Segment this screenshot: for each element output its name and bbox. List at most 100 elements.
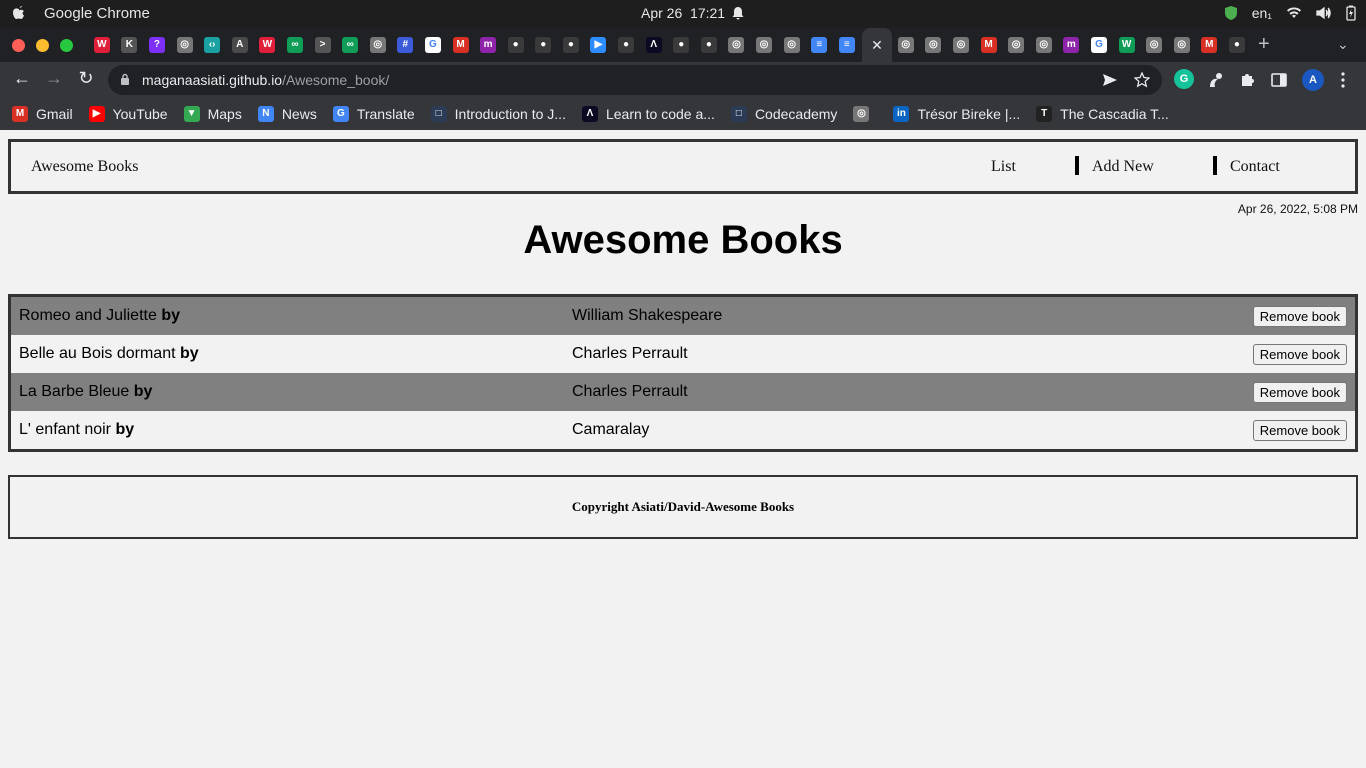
bookmark-item[interactable]: □ Introduction to J... — [430, 106, 566, 122]
browser-tab[interactable]: ◎ — [1140, 34, 1168, 56]
question-tab-icon: ? — [148, 37, 165, 53]
bookmark-item[interactable]: G Translate — [332, 106, 415, 122]
volume-icon[interactable] — [1316, 6, 1332, 20]
bookmark-item[interactable]: N News — [257, 106, 317, 122]
remove-book-button[interactable]: Remove book — [1252, 344, 1347, 365]
site-footer: Copyright Asiati/David-Awesome Books — [8, 475, 1358, 539]
remove-book-button[interactable]: Remove book — [1252, 382, 1347, 403]
bookmark-label: YouTube — [112, 106, 168, 122]
bookmark-item[interactable]: □ Codecademy — [730, 106, 837, 122]
maximize-window-icon[interactable] — [60, 39, 73, 52]
browser-tab[interactable]: W — [254, 34, 282, 56]
browser-tab[interactable]: ● — [695, 34, 723, 56]
browser-tab[interactable]: ◎ — [778, 34, 806, 56]
browser-tab[interactable]: ◎ — [892, 34, 920, 56]
browser-tab[interactable]: m — [474, 34, 502, 56]
zoom-tab-icon: ▶ — [590, 37, 607, 53]
browser-tab[interactable]: ◎ — [1168, 34, 1196, 56]
browser-tab[interactable]: ● — [667, 34, 695, 56]
browser-tab[interactable]: ≡ — [805, 34, 833, 56]
browser-tab[interactable]: K — [116, 34, 144, 56]
browser-tab[interactable]: W — [1113, 34, 1141, 56]
grammarly-icon[interactable]: G — [1174, 69, 1194, 89]
browser-tab[interactable]: ∞ — [336, 34, 364, 56]
menu-kebab-icon[interactable] — [1340, 72, 1346, 88]
keyboard-language[interactable]: en₁ — [1252, 5, 1272, 21]
browser-tab[interactable]: ∞ — [281, 34, 309, 56]
reload-button[interactable]: ↻ — [74, 68, 98, 89]
browser-tab[interactable]: Λ — [640, 34, 668, 56]
chrome-tab-icon: ◎ — [176, 37, 193, 53]
browser-tab[interactable]: A — [226, 34, 254, 56]
gnome-extension-icon[interactable] — [1207, 71, 1225, 89]
battery-icon[interactable] — [1346, 5, 1356, 21]
tab-search-button[interactable]: ⌄ — [1337, 36, 1349, 53]
browser-tab[interactable]: ● — [502, 34, 530, 56]
active-app-name[interactable]: Google Chrome — [44, 5, 150, 22]
browser-tab[interactable]: M — [1196, 34, 1224, 56]
globe-tab-icon: ◎ — [1035, 37, 1052, 53]
system-clock[interactable]: Apr 26 17:21 — [641, 5, 725, 21]
bookmark-item[interactable]: ◎ — [853, 106, 877, 122]
browser-tab[interactable]: ● — [530, 34, 558, 56]
book-author: Charles Perrault — [572, 383, 688, 400]
remove-book-button[interactable]: Remove book — [1252, 306, 1347, 327]
browser-tab[interactable]: > — [309, 34, 337, 56]
browser-tab[interactable]: # — [392, 34, 420, 56]
shield-icon[interactable] — [1224, 5, 1238, 21]
extensions-puzzle-icon[interactable] — [1239, 71, 1257, 89]
active-tab[interactable]: ✕ — [862, 28, 892, 62]
browser-tab[interactable]: ◎ — [723, 34, 751, 56]
back-button[interactable]: ← — [10, 68, 34, 89]
browser-tab[interactable]: ‹› — [198, 34, 226, 56]
browser-tab[interactable]: M — [975, 34, 1003, 56]
gmail-tab-icon: M — [452, 37, 469, 53]
browser-tab[interactable]: ● — [557, 34, 585, 56]
browser-tab[interactable]: ≡ — [833, 34, 861, 56]
notification-bell-icon[interactable] — [732, 6, 744, 24]
browser-tab[interactable]: ● — [1223, 34, 1251, 56]
bookmark-item[interactable]: ▼ Maps — [183, 106, 242, 122]
bookmark-item[interactable]: in Trésor Bireke |... — [893, 106, 1020, 122]
browser-tab[interactable]: W — [88, 34, 116, 56]
bookmark-star-icon[interactable] — [1134, 72, 1150, 88]
lock-icon[interactable] — [120, 73, 130, 85]
book-title: Belle au Bois dormant — [19, 345, 176, 362]
nav-link-list[interactable]: List — [991, 158, 1016, 176]
browser-tab[interactable]: ◎ — [171, 34, 199, 56]
browser-tab[interactable]: M — [447, 34, 475, 56]
send-icon[interactable] — [1102, 73, 1118, 87]
nav-link-contact[interactable]: Contact — [1230, 158, 1280, 176]
apple-icon[interactable] — [10, 4, 28, 22]
bookmark-item[interactable]: T The Cascadia T... — [1036, 106, 1169, 122]
bookmark-item[interactable]: ▶ YouTube — [88, 106, 168, 122]
browser-tab[interactable]: ◎ — [1030, 34, 1058, 56]
close-tab-icon[interactable]: ✕ — [871, 37, 883, 53]
browser-tab[interactable]: ◎ — [364, 34, 392, 56]
bookmark-item[interactable]: M Gmail — [12, 106, 73, 122]
close-window-icon[interactable] — [12, 39, 25, 52]
wifi-icon[interactable] — [1286, 7, 1302, 19]
minimize-window-icon[interactable] — [36, 39, 49, 52]
forward-button[interactable]: → — [42, 68, 66, 89]
browser-tab[interactable]: ▶ — [585, 34, 613, 56]
profile-avatar[interactable]: A — [1302, 69, 1324, 91]
browser-tab[interactable]: ◎ — [920, 34, 948, 56]
url-text[interactable]: maganaasiati.github.io/Awesome_book/ — [142, 72, 389, 88]
new-tab-button[interactable]: + — [1258, 33, 1270, 56]
nav-link-add-new[interactable]: Add New — [1092, 158, 1154, 176]
browser-tab[interactable]: ◎ — [750, 34, 778, 56]
bookmark-item[interactable]: Λ Learn to code a... — [581, 106, 715, 122]
gmail-icon: M — [12, 106, 28, 122]
browser-tab[interactable]: ? — [143, 34, 171, 56]
code-tab-icon: ‹› — [204, 37, 221, 53]
side-panel-icon[interactable] — [1271, 72, 1287, 88]
browser-tab[interactable]: ● — [612, 34, 640, 56]
browser-tab[interactable]: ◎ — [947, 34, 975, 56]
remove-book-button[interactable]: Remove book — [1252, 420, 1347, 441]
browser-tab[interactable]: G — [1085, 34, 1113, 56]
browser-tab[interactable]: G — [419, 34, 447, 56]
browser-tab[interactable]: ◎ — [1002, 34, 1030, 56]
address-bar[interactable]: maganaasiati.github.io/Awesome_book/ — [108, 65, 1162, 95]
browser-tab[interactable]: m — [1058, 34, 1086, 56]
